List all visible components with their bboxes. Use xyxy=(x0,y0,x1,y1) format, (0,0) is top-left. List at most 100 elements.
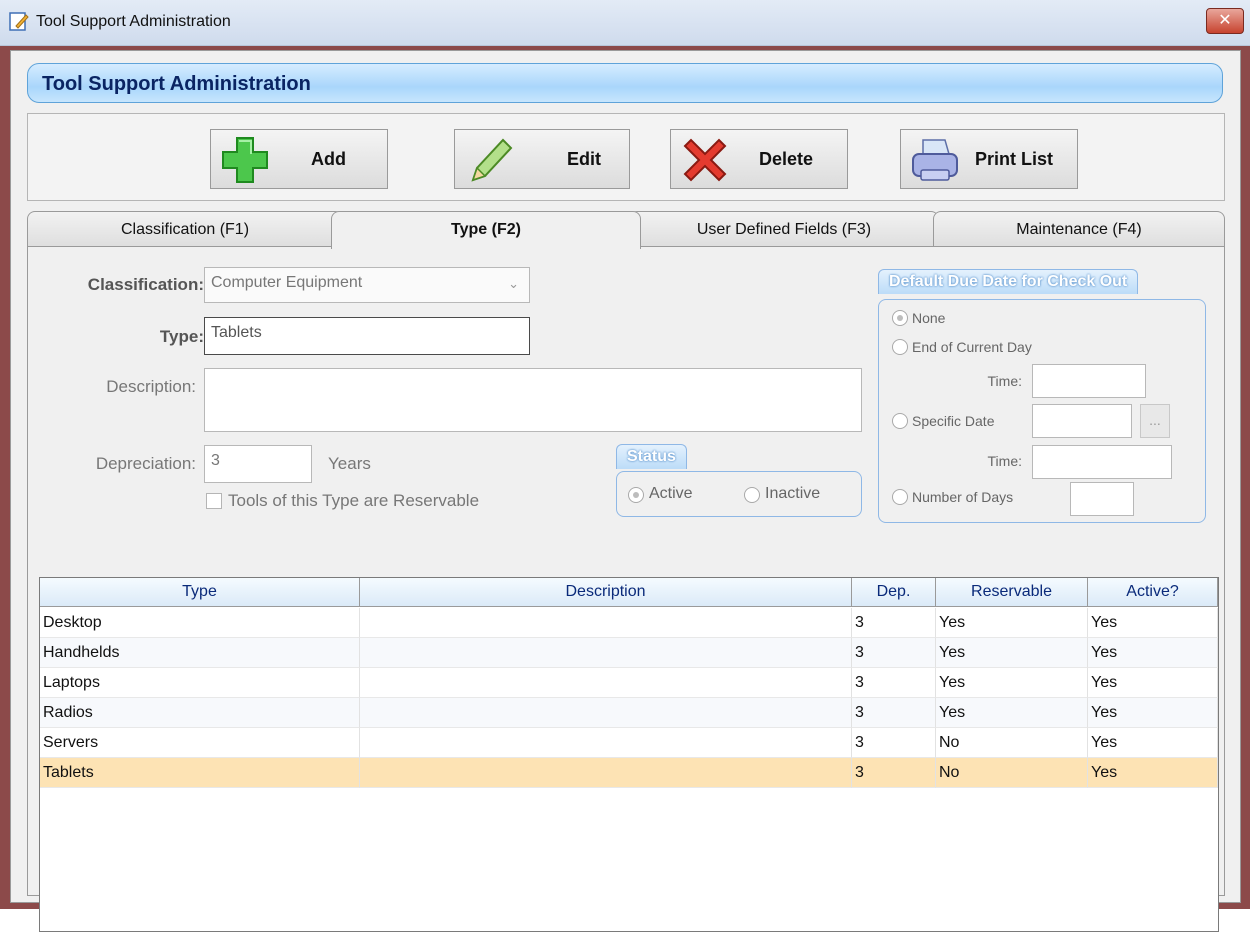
cell-type: Radios xyxy=(40,698,360,728)
depreciation-input[interactable]: 3 xyxy=(204,445,312,483)
type-input[interactable]: Tablets xyxy=(204,317,530,355)
status-active-radio[interactable] xyxy=(628,487,644,503)
reservable-checkbox[interactable] xyxy=(206,493,222,509)
print-list-button[interactable]: Print List xyxy=(900,129,1078,189)
cell-reservable: No xyxy=(936,728,1088,758)
due-time-label: Time: xyxy=(987,373,1022,389)
window-title: Tool Support Administration xyxy=(36,13,231,30)
cell-dep: 3 xyxy=(852,758,936,788)
cell-active: Yes xyxy=(1088,728,1218,758)
cell-active: Yes xyxy=(1088,668,1218,698)
client-area: Tool Support Administration Add Edit Del… xyxy=(10,50,1241,932)
delete-button[interactable]: Delete xyxy=(670,129,848,189)
classification-combo[interactable]: Computer Equipment ⌄ xyxy=(204,267,530,303)
table-row[interactable]: Radios 3 Yes Yes xyxy=(40,698,1218,728)
status-active-label: Active xyxy=(649,485,693,502)
cell-reservable: No xyxy=(936,758,1088,788)
cell-active: Yes xyxy=(1088,698,1218,728)
tab-user-defined-fields[interactable]: User Defined Fields (F3) xyxy=(629,211,939,247)
cell-reservable: Yes xyxy=(936,608,1088,638)
close-button[interactable]: ✕ xyxy=(1206,8,1244,34)
due-time-input[interactable] xyxy=(1032,364,1146,398)
page-title: Tool Support Administration xyxy=(42,73,311,95)
tab-maintenance[interactable]: Maintenance (F4) xyxy=(933,211,1225,247)
cell-reservable: Yes xyxy=(936,698,1088,728)
description-input[interactable] xyxy=(204,368,862,432)
cell-dep: 3 xyxy=(852,668,936,698)
cell-description xyxy=(360,698,852,728)
pencil-icon xyxy=(471,138,513,182)
close-icon: ✕ xyxy=(1218,12,1232,29)
table-row[interactable]: Desktop 3 Yes Yes xyxy=(40,608,1218,638)
due-number-of-days-radio[interactable] xyxy=(892,489,908,505)
delete-x-icon xyxy=(683,138,727,182)
chevron-down-icon: ⌄ xyxy=(508,276,519,291)
due-specific-date-label: Specific Date xyxy=(912,413,995,429)
cell-description xyxy=(360,638,852,668)
types-grid[interactable]: Type Description Dep. Reservable Active?… xyxy=(39,577,1219,932)
table-row[interactable]: Laptops 3 Yes Yes xyxy=(40,668,1218,698)
delete-label: Delete xyxy=(759,149,814,169)
col-dep-header[interactable]: Dep. xyxy=(852,578,936,607)
due-none-radio[interactable] xyxy=(892,310,908,326)
cell-type: Handhelds xyxy=(40,638,360,668)
due-none-label: None xyxy=(912,310,946,326)
cell-type: Desktop xyxy=(40,608,360,638)
toolbar: Add Edit Delete Print List xyxy=(27,113,1225,201)
add-button[interactable]: Add xyxy=(210,129,388,189)
due-end-of-day-label: End of Current Day xyxy=(912,339,1032,355)
status-inactive-label: Inactive xyxy=(765,485,821,502)
cell-description xyxy=(360,728,852,758)
due-number-of-days-input[interactable] xyxy=(1070,482,1134,516)
due-specific-date-input[interactable] xyxy=(1032,404,1132,438)
description-label: Description: xyxy=(106,377,196,396)
col-reservable-header[interactable]: Reservable xyxy=(936,578,1088,607)
plus-icon xyxy=(222,137,268,183)
cell-dep: 3 xyxy=(852,698,936,728)
reservable-label: Tools of this Type are Reservable xyxy=(228,491,480,510)
due-specific-date-radio[interactable] xyxy=(892,413,908,429)
cell-reservable: Yes xyxy=(936,638,1088,668)
status-group-title: Status xyxy=(616,444,687,469)
col-description-header[interactable]: Description xyxy=(360,578,852,607)
classification-label: Classification: xyxy=(87,275,204,294)
tab-type[interactable]: Type (F2) xyxy=(331,211,641,249)
header-banner: Tool Support Administration xyxy=(27,63,1223,103)
app-icon xyxy=(9,12,29,31)
table-row-selected[interactable]: Tablets 3 No Yes xyxy=(40,758,1218,788)
title-bar[interactable]: Tool Support Administration ✕ xyxy=(0,0,1250,46)
cell-description xyxy=(360,608,852,638)
date-picker-button[interactable]: ... xyxy=(1140,404,1170,438)
grid-header: Type Description Dep. Reservable Active? xyxy=(40,578,1218,607)
depreciation-value: 3 xyxy=(211,452,220,469)
cell-type: Laptops xyxy=(40,668,360,698)
due-time2-label: Time: xyxy=(987,453,1022,469)
classification-value: Computer Equipment xyxy=(211,274,363,291)
due-end-of-day-radio[interactable] xyxy=(892,339,908,355)
due-number-of-days-label: Number of Days xyxy=(912,489,1014,505)
status-inactive-radio[interactable] xyxy=(744,487,760,503)
app-window: Tool Support Administration ✕ Tool Suppo… xyxy=(0,0,1250,932)
printer-icon xyxy=(912,139,958,181)
cell-dep: 3 xyxy=(852,638,936,668)
type-tab-panel: Classification: Computer Equipment ⌄ Typ… xyxy=(27,246,1225,932)
col-active-header[interactable]: Active? xyxy=(1088,578,1218,607)
print-list-label: Print List xyxy=(975,149,1054,169)
table-row[interactable]: Handhelds 3 Yes Yes xyxy=(40,638,1218,668)
cell-reservable: Yes xyxy=(936,668,1088,698)
cell-description xyxy=(360,668,852,698)
type-value: Tablets xyxy=(211,324,262,341)
cell-active: Yes xyxy=(1088,638,1218,668)
depreciation-label: Depreciation: xyxy=(95,454,196,473)
add-label: Add xyxy=(311,149,346,169)
due-time2-input[interactable] xyxy=(1032,445,1172,479)
cell-active: Yes xyxy=(1088,758,1218,788)
tab-strip: Classification (F1) Type (F2) User Defin… xyxy=(27,211,1225,249)
cell-description xyxy=(360,758,852,788)
edit-button[interactable]: Edit xyxy=(454,129,630,189)
col-type-header[interactable]: Type xyxy=(40,578,360,607)
table-row[interactable]: Servers 3 No Yes xyxy=(40,728,1218,758)
cell-dep: 3 xyxy=(852,728,936,758)
tab-classification[interactable]: Classification (F1) xyxy=(27,211,343,247)
cell-type: Tablets xyxy=(40,758,360,788)
